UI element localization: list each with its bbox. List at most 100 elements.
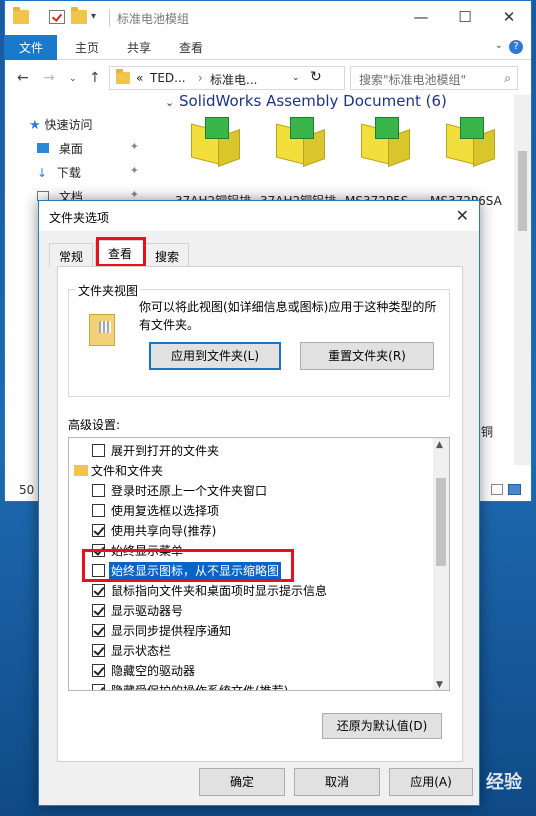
setting-label: 使用复选框以选择项: [111, 504, 220, 518]
setting-row[interactable]: 登录时还原上一个文件夹窗口: [69, 480, 433, 500]
new-folder-icon[interactable]: [71, 7, 87, 24]
file-item[interactable]: 37AH2铜铝排组件: [260, 117, 340, 225]
setting-group-row: 文件和文件夹: [69, 460, 433, 480]
maximize-button[interactable]: ☐: [443, 1, 487, 33]
chevron-down-icon[interactable]: ⌄: [495, 40, 503, 51]
assembly-file-icon: [359, 117, 413, 169]
setting-row[interactable]: 使用共享向导(推荐): [69, 520, 433, 540]
scroll-down-icon[interactable]: ▼: [436, 680, 443, 690]
up-arrow-icon[interactable]: ↑: [89, 70, 101, 86]
setting-label: 显示驱动器号: [111, 604, 184, 618]
apply-to-folders-button[interactable]: 应用到文件夹(L): [149, 342, 281, 370]
breadcrumb-item[interactable]: TED...: [150, 71, 186, 85]
tab-home[interactable]: 主页: [65, 35, 109, 60]
setting-row[interactable]: 鼠标指向文件夹和桌面项时显示提示信息: [69, 580, 433, 600]
scroll-up-icon[interactable]: ▲: [436, 440, 443, 450]
setting-row[interactable]: 显示同步提供程序通知: [69, 620, 433, 640]
setting-row[interactable]: 隐藏受保护的操作系统文件(推荐): [69, 680, 433, 690]
sidebar-item-desktop[interactable]: 桌面 ✦: [37, 140, 153, 157]
highlight-box: [82, 549, 294, 582]
breadcrumb-item[interactable]: 标准电...: [210, 71, 257, 88]
checkbox[interactable]: [92, 484, 105, 497]
setting-label: 鼠标指向文件夹和桌面项时显示提示信息: [111, 584, 328, 598]
settings-scrollbar[interactable]: ▲ ▼: [433, 438, 449, 690]
address-prefix[interactable]: «: [136, 71, 143, 85]
properties-icon[interactable]: [49, 10, 65, 24]
tab-share[interactable]: 共享: [117, 35, 161, 60]
highlight-box: [96, 237, 146, 267]
minimize-button[interactable]: —: [399, 1, 443, 33]
watermark: 经验: [486, 772, 522, 793]
forward-arrow-icon[interactable]: →: [43, 70, 55, 86]
large-icons-view-icon[interactable]: [508, 484, 521, 495]
file-item[interactable]: 37AH2铜铝排组件（镜: [175, 117, 255, 225]
checkbox[interactable]: [92, 624, 105, 637]
breadcrumb-separator-icon[interactable]: ›: [198, 71, 203, 85]
checkbox[interactable]: [92, 644, 105, 657]
folder-view-description: 你可以将此视图(如详细信息或图标)应用于这种类型的所有文件夹。: [139, 300, 437, 332]
setting-row[interactable]: 显示状态栏: [69, 640, 433, 660]
group-header[interactable]: ⌄ SolidWorks Assembly Document (6): [165, 92, 447, 110]
search-input[interactable]: 搜索"标准电池模组": [350, 66, 518, 90]
sidebar-item-quick-access[interactable]: ★ 快速访问: [29, 116, 93, 133]
ribbon-tabs: 文件 主页 共享 查看 ⌄ ?: [5, 35, 531, 60]
close-button[interactable]: ✕: [487, 1, 531, 33]
folder-view-icon: [89, 314, 115, 346]
folder-icon: [74, 465, 88, 476]
setting-label: 显示状态栏: [111, 644, 172, 658]
tab-general[interactable]: 常规: [49, 243, 93, 267]
group-label: 文件夹视图: [76, 282, 141, 299]
tab-file[interactable]: 文件: [5, 35, 57, 60]
reset-folders-button[interactable]: 重置文件夹(R): [300, 342, 434, 370]
setting-row[interactable]: 显示驱动器号: [69, 600, 433, 620]
customize-quick-access-icon[interactable]: ▾: [91, 11, 107, 25]
apply-button[interactable]: 应用(A): [389, 768, 473, 796]
checkbox[interactable]: [92, 684, 105, 690]
help-icon[interactable]: ?: [509, 40, 523, 54]
titlebar-separator: [109, 9, 110, 27]
explorer-scrollbar[interactable]: [514, 95, 531, 465]
sidebar-item-downloads[interactable]: ↓ 下载 ✦: [37, 164, 153, 181]
checkbox[interactable]: [92, 504, 105, 517]
tab-view[interactable]: 查看: [169, 35, 213, 60]
setting-label: 隐藏空的驱动器: [111, 664, 196, 678]
refresh-icon[interactable]: ↻: [310, 69, 322, 85]
restore-defaults-button[interactable]: 还原为默认值(D): [322, 713, 442, 739]
details-view-icon[interactable]: [491, 484, 503, 495]
checkbox[interactable]: [92, 664, 105, 677]
setting-row[interactable]: 隐藏空的驱动器: [69, 660, 433, 680]
checkbox[interactable]: [92, 524, 105, 537]
view-tab-panel: 文件夹视图 你可以将此视图(如详细信息或图标)应用于这种类型的所有文件夹。 应用…: [57, 266, 463, 762]
file-item[interactable]: MS372P5S: [345, 117, 425, 208]
cancel-button[interactable]: 取消: [294, 768, 380, 796]
search-icon[interactable]: ⌕: [504, 71, 511, 86]
setting-row[interactable]: 展开到打开的文件夹: [69, 440, 433, 460]
scrollbar-thumb[interactable]: [436, 478, 446, 566]
back-arrow-icon[interactable]: ←: [17, 70, 29, 86]
checkbox[interactable]: [92, 604, 105, 617]
file-name-partial: 铜: [481, 425, 494, 439]
tab-search[interactable]: 搜索: [145, 243, 189, 267]
folder-views-group: 文件夹视图 你可以将此视图(如详细信息或图标)应用于这种类型的所有文件夹。 应用…: [68, 282, 450, 397]
checkbox[interactable]: [92, 444, 105, 457]
assembly-file-icon: [189, 117, 243, 169]
assembly-file-icon: [444, 117, 498, 169]
sidebar-item-label: 快速访问: [44, 118, 93, 132]
ok-button[interactable]: 确定: [199, 768, 285, 796]
chevron-down-icon[interactable]: ⌄: [165, 96, 174, 109]
close-icon[interactable]: ✕: [456, 206, 469, 225]
sidebar-item-label: 下载: [56, 166, 81, 180]
setting-row[interactable]: 使用复选框以选择项: [69, 500, 433, 520]
address-field[interactable]: « TED... › 标准电... ⌄ ↻: [109, 66, 345, 90]
scrollbar-thumb[interactable]: [518, 151, 527, 231]
checkbox[interactable]: [92, 584, 105, 597]
sidebar-item-label: 桌面: [58, 142, 83, 156]
setting-label: 展开到打开的文件夹: [111, 444, 220, 458]
setting-group-label: 文件和文件夹: [91, 464, 164, 478]
dialog-titlebar: 文件夹选项 ✕: [39, 201, 479, 231]
window-title: 标准电池模组: [117, 12, 190, 26]
file-item[interactable]: MS372P6SA: [430, 117, 510, 208]
advanced-settings-label: 高级设置:: [68, 418, 121, 432]
address-dropdown-icon[interactable]: ⌄: [292, 73, 300, 83]
recent-locations-icon[interactable]: ⌄: [69, 74, 77, 84]
